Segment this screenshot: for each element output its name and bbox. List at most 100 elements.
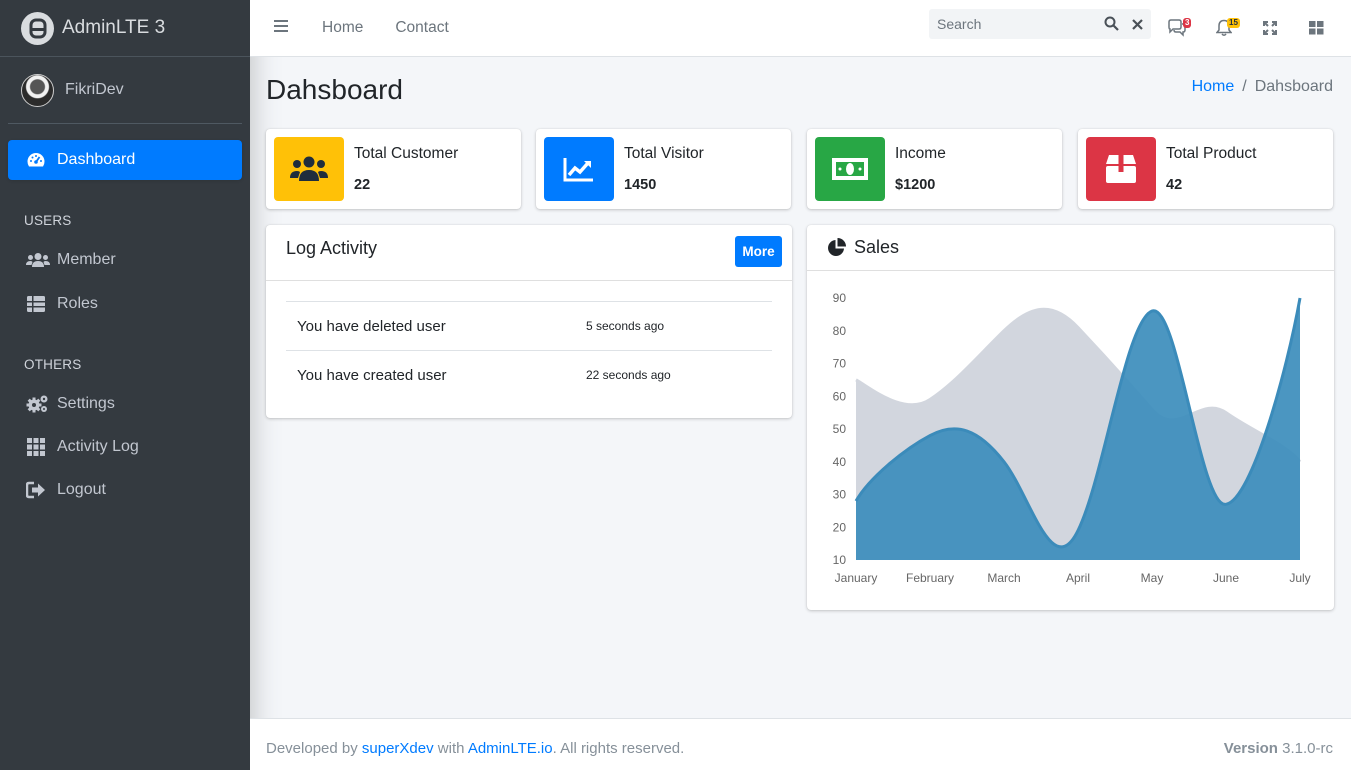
search-input[interactable] bbox=[929, 16, 1089, 32]
y-tick-label: 80 bbox=[833, 324, 847, 338]
page-title: Dahsboard bbox=[266, 74, 403, 105]
search-box bbox=[929, 9, 1151, 39]
y-tick-label: 70 bbox=[833, 357, 847, 371]
x-tick-label: March bbox=[987, 571, 1020, 585]
grid-icon bbox=[26, 437, 50, 457]
tachometer-icon bbox=[26, 150, 50, 170]
footer-prefix: Developed by bbox=[266, 740, 358, 757]
content-header: Dahsboard Home / Dahsboard bbox=[266, 74, 1333, 106]
sidebar-item-label: Member bbox=[57, 251, 116, 268]
footer-version: Version 3.1.0-rc bbox=[1224, 740, 1333, 757]
card-header: Log Activity More bbox=[266, 225, 792, 281]
chart-pie-icon bbox=[827, 238, 846, 262]
footer-framework-link[interactable]: AdminLTE.io bbox=[468, 740, 553, 757]
sidebar-item-label: Dashboard bbox=[57, 151, 136, 168]
sidebar-item-logout[interactable]: Logout bbox=[8, 470, 242, 510]
info-box-label: Total Visitor bbox=[624, 145, 704, 162]
log-action: You have created user bbox=[297, 366, 447, 384]
close-icon[interactable] bbox=[1132, 17, 1143, 35]
sidebar-item-settings[interactable]: Settings bbox=[8, 384, 242, 424]
card-title: Sales bbox=[854, 237, 900, 257]
users-icon bbox=[274, 137, 344, 201]
info-box-income: Income $1200 bbox=[807, 129, 1062, 209]
info-box-label: Total Product bbox=[1166, 145, 1257, 162]
version-label: Version bbox=[1223, 740, 1278, 757]
info-box-value: 1450 bbox=[624, 177, 657, 193]
footer-suffix: . All rights reserved. bbox=[552, 740, 685, 757]
log-activity-card: Log Activity More You have deleted user … bbox=[266, 225, 792, 418]
y-tick-label: 60 bbox=[833, 389, 847, 403]
table-row: You have created user 22 seconds ago bbox=[286, 350, 772, 399]
footer-author-link[interactable]: superXdev bbox=[362, 740, 434, 757]
nav-header-users: USERS bbox=[24, 212, 72, 228]
main-sidebar: AdminLTE 3 FikriDev Dashboard USERS Memb… bbox=[0, 0, 250, 770]
y-tick-label: 50 bbox=[833, 422, 847, 436]
brand-link[interactable]: AdminLTE 3 bbox=[0, 0, 250, 57]
more-button[interactable]: More bbox=[735, 236, 782, 267]
y-tick-label: 90 bbox=[833, 291, 847, 305]
footer: Developed by superXdev with AdminLTE.io.… bbox=[250, 718, 1351, 770]
info-box-total-visitor: Total Visitor 1450 bbox=[536, 129, 791, 209]
info-box-label: Total Customer bbox=[354, 145, 459, 162]
y-tick-label: 40 bbox=[833, 455, 847, 469]
users-icon bbox=[26, 250, 50, 270]
chart-line-icon bbox=[544, 137, 614, 201]
user-name[interactable]: FikriDev bbox=[65, 81, 124, 99]
nav-link-contact[interactable]: Contact bbox=[395, 19, 448, 37]
brand-name: AdminLTE 3 bbox=[62, 17, 166, 38]
footer-with: with bbox=[437, 740, 465, 757]
sales-chart: 10 20 30 40 50 60 70 80 90 January February March Ap… bbox=[833, 291, 1311, 585]
expand-arrows-icon[interactable] bbox=[1263, 21, 1277, 40]
user-panel[interactable]: FikriDev bbox=[8, 57, 242, 124]
log-table: You have deleted user 5 seconds ago You … bbox=[286, 301, 772, 399]
sidebar-item-label: Roles bbox=[57, 295, 98, 312]
card-title: Log Activity bbox=[286, 238, 378, 258]
y-tick-label: 30 bbox=[833, 488, 847, 502]
top-navbar: Home Contact 3 15 bbox=[250, 0, 1351, 57]
x-tick-label: May bbox=[1141, 571, 1164, 585]
breadcrumb-current: Dahsboard bbox=[1254, 78, 1333, 95]
box-icon bbox=[1086, 137, 1156, 201]
nav-link-home[interactable]: Home bbox=[322, 19, 363, 37]
info-box-total-customer: Total Customer 22 bbox=[266, 129, 521, 209]
hamburger-menu-icon[interactable] bbox=[274, 19, 290, 37]
control-sidebar-grid-icon[interactable] bbox=[1309, 21, 1324, 40]
sidebar-item-dashboard[interactable]: Dashboard bbox=[8, 140, 242, 180]
sidebar-item-label: Settings bbox=[57, 395, 115, 412]
x-tick-label: February bbox=[906, 571, 954, 585]
log-action: You have deleted user bbox=[297, 317, 446, 335]
version-number: 3.1.0-rc bbox=[1282, 740, 1333, 757]
footer-credits: Developed by superXdev with AdminLTE.io.… bbox=[266, 740, 684, 757]
breadcrumb-separator: / bbox=[1242, 78, 1247, 95]
sidebar-item-label: Activity Log bbox=[57, 438, 139, 455]
search-icon[interactable] bbox=[1104, 16, 1119, 36]
card-header: Sales bbox=[807, 225, 1334, 271]
sidebar-item-label: Logout bbox=[57, 481, 106, 498]
info-box-value: $1200 bbox=[895, 177, 936, 193]
cogs-icon bbox=[26, 394, 50, 414]
money-bill-icon bbox=[815, 137, 885, 201]
y-tick-label: 20 bbox=[833, 520, 847, 534]
avatar bbox=[21, 73, 54, 107]
sidebar-nav: Dashboard USERS Member Roles OTHERS Sett… bbox=[0, 140, 250, 510]
x-tick-label: January bbox=[835, 571, 878, 585]
table-list-icon bbox=[26, 294, 50, 314]
messages-badge: 3 bbox=[1183, 18, 1192, 28]
x-tick-label: April bbox=[1066, 571, 1090, 585]
sidebar-item-activity-log[interactable]: Activity Log bbox=[8, 427, 242, 467]
adminlte-logo-icon bbox=[21, 11, 54, 45]
y-tick-label: 10 bbox=[833, 553, 847, 567]
log-time: 22 seconds ago bbox=[586, 368, 671, 382]
notifications-badge: 15 bbox=[1227, 18, 1240, 28]
table-row: You have deleted user 5 seconds ago bbox=[286, 301, 772, 350]
x-tick-label: July bbox=[1289, 571, 1310, 585]
sidebar-item-roles[interactable]: Roles bbox=[8, 284, 242, 324]
info-box-total-product: Total Product 42 bbox=[1078, 129, 1333, 209]
breadcrumb-home-link[interactable]: Home bbox=[1192, 78, 1235, 95]
sidebar-item-member[interactable]: Member bbox=[8, 240, 242, 280]
log-time: 5 seconds ago bbox=[586, 319, 665, 333]
info-box-value: 42 bbox=[1166, 177, 1183, 193]
sign-out-icon bbox=[26, 480, 50, 500]
breadcrumb: Home / Dahsboard bbox=[1192, 78, 1333, 96]
sales-card: Sales 10 20 30 40 50 60 70 80 90 January February M… bbox=[807, 225, 1334, 610]
